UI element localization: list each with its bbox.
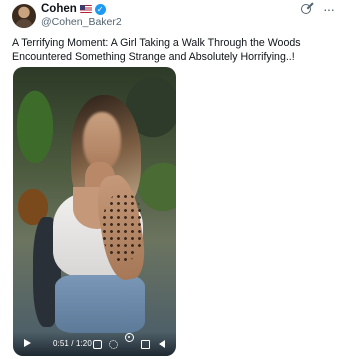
author-avatar[interactable]	[12, 4, 36, 28]
play-icon[interactable]	[24, 339, 31, 347]
captions-icon[interactable]	[93, 340, 102, 349]
author-handle[interactable]: @Cohen_Baker2	[41, 16, 122, 28]
gif-icon[interactable]	[125, 332, 134, 342]
video-controls-bar: 0:51 / 1:20	[13, 332, 176, 356]
video-time: 0:51 / 1:20	[53, 339, 92, 348]
grok-icon[interactable]	[301, 4, 311, 14]
volume-icon[interactable]	[159, 340, 165, 348]
verified-badge-icon[interactable]: ✓	[94, 3, 106, 15]
fullscreen-icon[interactable]	[141, 340, 150, 349]
more-options-icon[interactable]: ···	[323, 2, 335, 16]
video-scene-pattern	[73, 172, 143, 282]
us-flag-icon	[79, 5, 92, 13]
tweet-text: A Terrifying Moment: A Girl Taking a Wal…	[12, 37, 301, 63]
author-name-row: Cohen ✓	[41, 3, 106, 15]
video-player[interactable]: 0:51 / 1:20	[13, 67, 176, 356]
settings-icon[interactable]	[109, 340, 118, 349]
video-scene-shorts	[55, 275, 145, 333]
tweet-top-actions: ···	[301, 2, 335, 16]
author-name[interactable]: Cohen	[41, 3, 77, 15]
